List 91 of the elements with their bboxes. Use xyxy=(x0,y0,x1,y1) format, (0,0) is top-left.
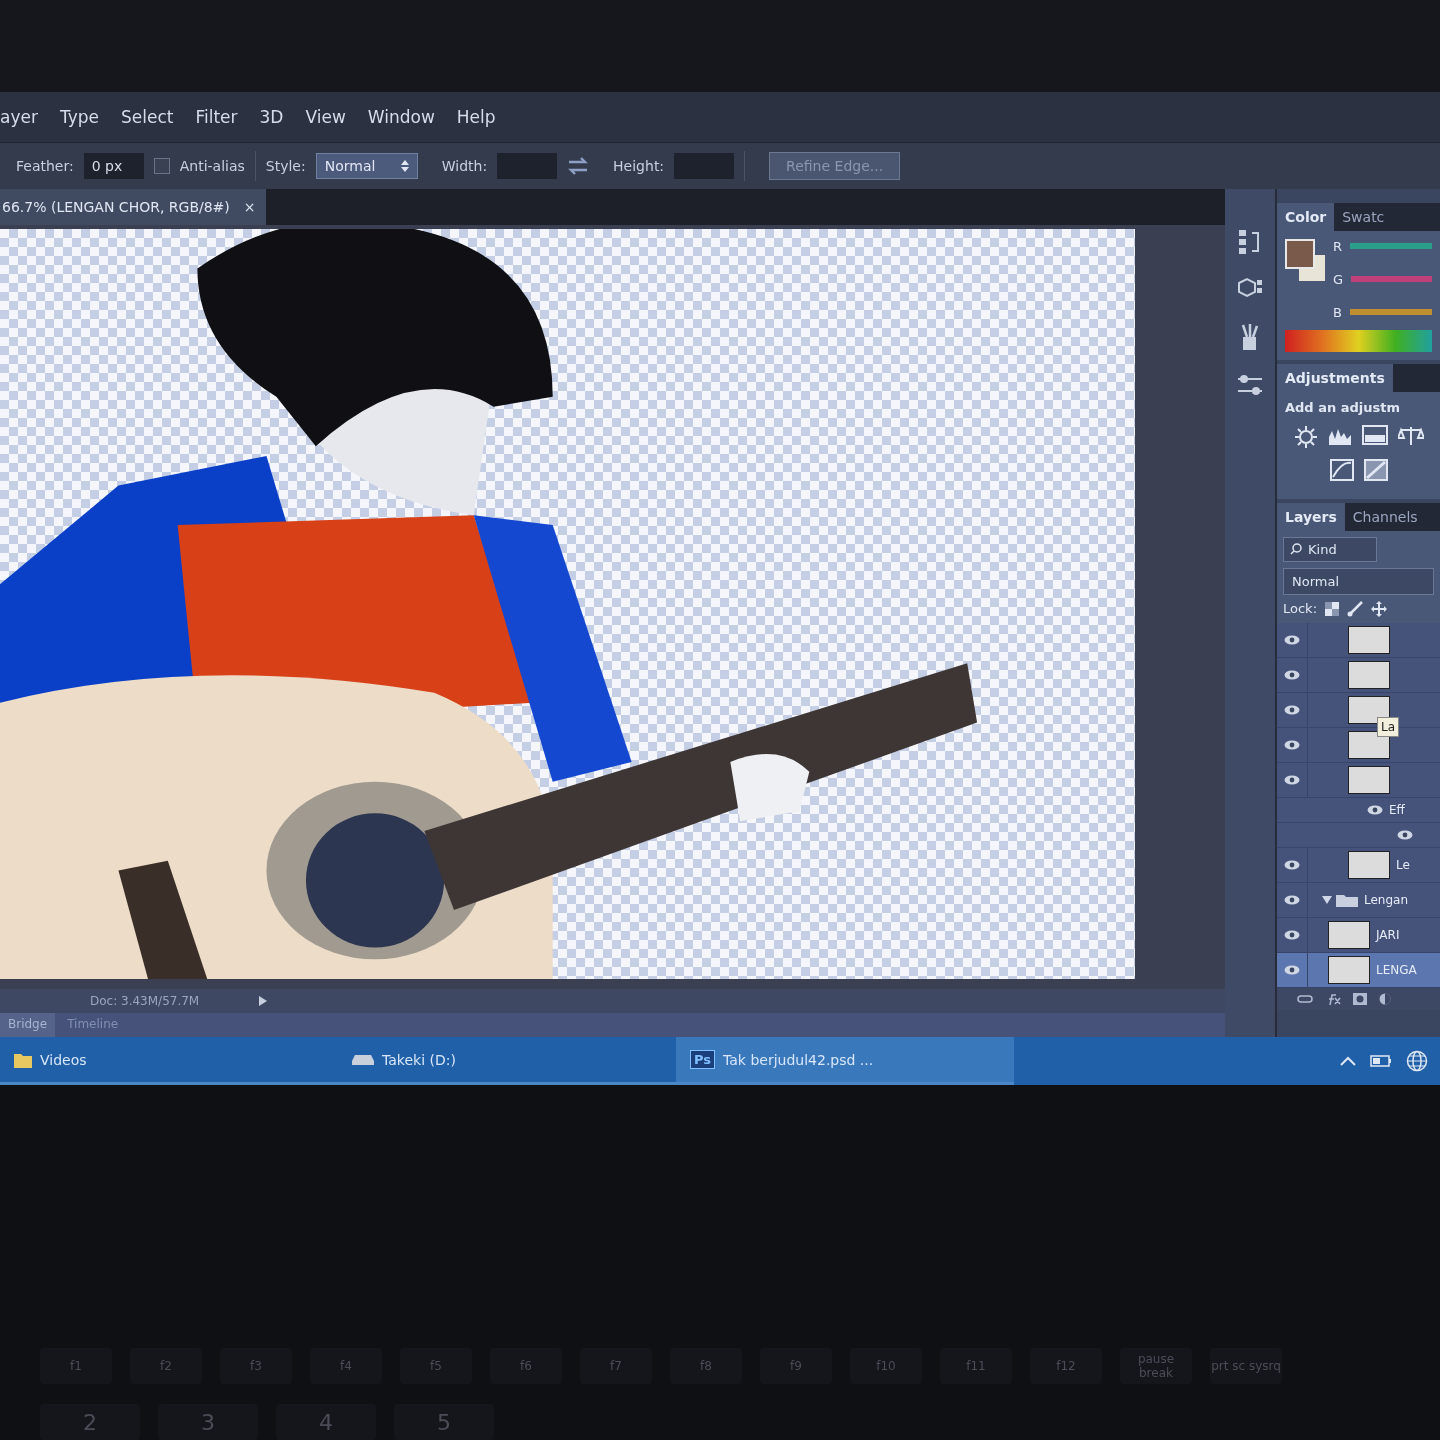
brushes-icon[interactable] xyxy=(1239,322,1261,351)
caret-up-icon[interactable] xyxy=(1340,1056,1356,1066)
play-icon[interactable] xyxy=(259,996,268,1006)
menu-item[interactable]: Select xyxy=(121,106,174,127)
taskbar-button[interactable]: Ps Tak berjudul42.psd ... xyxy=(676,1037,1014,1085)
channel-slider[interactable] xyxy=(1351,276,1432,283)
battery-icon[interactable] xyxy=(1370,1055,1392,1067)
layer-name[interactable]: Lengan xyxy=(1364,892,1409,907)
gradient-map-icon[interactable] xyxy=(1363,458,1388,481)
color-swatches[interactable] xyxy=(1285,238,1325,283)
anti-alias-checkbox[interactable] xyxy=(153,157,170,174)
channel-label: R xyxy=(1333,238,1343,254)
eye-icon[interactable] xyxy=(1284,774,1300,785)
channel-label: G xyxy=(1333,271,1344,287)
feather-field[interactable]: 0 px xyxy=(83,152,144,179)
filter-dropdown[interactable]: Kind xyxy=(1283,536,1377,562)
layer-thumbnail[interactable] xyxy=(1348,695,1390,724)
anti-alias-label: Anti-alias xyxy=(179,157,245,174)
channel-slider[interactable] xyxy=(1349,309,1432,316)
menu-item[interactable]: 3D xyxy=(259,106,284,127)
eye-icon[interactable] xyxy=(1284,739,1300,750)
layer-thumbnail[interactable] xyxy=(1348,625,1390,654)
close-icon[interactable]: × xyxy=(243,198,256,215)
menu-item[interactable]: ayer xyxy=(0,106,38,127)
layer-thumbnail[interactable] xyxy=(1348,660,1390,689)
app-icon: Ps xyxy=(690,1050,716,1069)
layer-thumbnail[interactable] xyxy=(1348,765,1390,794)
document-size-status: Doc: 3.43M/57.7M xyxy=(90,994,200,1008)
panel-tab[interactable]: Swatc xyxy=(1334,202,1393,231)
layer-name[interactable]: LENGA xyxy=(1376,962,1417,977)
folder-icon xyxy=(14,1051,32,1068)
layer-thumbnail[interactable] xyxy=(1348,850,1390,879)
eye-icon[interactable] xyxy=(1284,669,1300,680)
panel-tab[interactable]: Layers xyxy=(1277,502,1345,531)
eye-icon[interactable] xyxy=(1284,964,1300,975)
eye-icon[interactable] xyxy=(1284,929,1300,940)
eye-icon[interactable] xyxy=(1284,894,1300,905)
layer-thumbnail[interactable] xyxy=(1328,920,1370,949)
swap-icon[interactable] xyxy=(567,156,590,175)
mask-icon[interactable] xyxy=(1353,992,1367,1005)
balance-scale-icon[interactable] xyxy=(1397,424,1424,447)
layer-name[interactable]: Le xyxy=(1396,857,1410,872)
search-icon xyxy=(1290,543,1302,556)
eye-icon[interactable] xyxy=(1397,829,1413,840)
feather-label: Feather: xyxy=(16,157,74,174)
brightness-icon[interactable] xyxy=(1293,424,1318,449)
height-field[interactable] xyxy=(674,152,735,179)
sliders-icon[interactable] xyxy=(1236,372,1264,397)
menu-item[interactable]: Window xyxy=(367,106,435,127)
height-label: Height: xyxy=(613,157,665,174)
eye-icon[interactable] xyxy=(1367,804,1383,815)
drive-icon xyxy=(352,1054,374,1065)
layer-thumbnail[interactable] xyxy=(1328,955,1370,984)
panel-tab[interactable]: Color xyxy=(1277,202,1335,231)
menu-item[interactable]: View xyxy=(305,106,346,127)
eye-icon[interactable] xyxy=(1284,704,1300,715)
menu-item[interactable]: Type xyxy=(59,106,99,127)
move-icon[interactable] xyxy=(1371,600,1388,617)
channel-label: B xyxy=(1333,304,1342,320)
gradient-icon[interactable] xyxy=(1361,424,1388,445)
color-spectrum[interactable] xyxy=(1285,329,1432,352)
eye-icon[interactable] xyxy=(1284,859,1300,870)
document-tab[interactable]: 66.7% (LENGAN CHOR, RGB/8#) × xyxy=(0,188,266,225)
history-icon[interactable] xyxy=(1238,228,1262,255)
tooltip: La xyxy=(1377,716,1400,737)
up-down-arrows-icon xyxy=(400,159,409,172)
panel-tab[interactable]: Channels xyxy=(1344,502,1426,531)
brush-icon[interactable] xyxy=(1347,600,1364,617)
lock-label: Lock: xyxy=(1283,601,1318,617)
layer-name[interactable]: JARI xyxy=(1376,927,1400,942)
link-icon[interactable] xyxy=(1297,994,1313,1003)
layer-thumbnail[interactable] xyxy=(1348,730,1390,759)
globe-icon[interactable] xyxy=(1406,1050,1428,1072)
style-dropdown[interactable]: Normal xyxy=(315,152,418,179)
eye-icon[interactable] xyxy=(1284,634,1300,645)
folder-icon xyxy=(1336,892,1358,907)
expand-arrow-icon[interactable] xyxy=(1322,895,1332,904)
curve-icon[interactable] xyxy=(1329,458,1354,481)
blend-mode-dropdown[interactable]: Normal xyxy=(1283,567,1434,595)
style-label: Style: xyxy=(265,157,306,174)
panel-tab[interactable]: Adjustments xyxy=(1277,363,1393,392)
layer-name[interactable]: Eff xyxy=(1389,802,1405,817)
width-field[interactable] xyxy=(497,152,558,179)
width-label: Width: xyxy=(441,157,488,174)
menu-item[interactable]: Help xyxy=(456,106,496,127)
panel-tab[interactable]: Bridge xyxy=(0,1013,56,1037)
menu-item[interactable]: Filter xyxy=(195,106,238,127)
adjustment-layer-icon[interactable] xyxy=(1379,992,1391,1005)
adjustments-hint: Add an adjustm xyxy=(1285,399,1402,415)
checkerboard-icon[interactable] xyxy=(1325,601,1340,616)
channel-slider[interactable] xyxy=(1350,243,1432,250)
